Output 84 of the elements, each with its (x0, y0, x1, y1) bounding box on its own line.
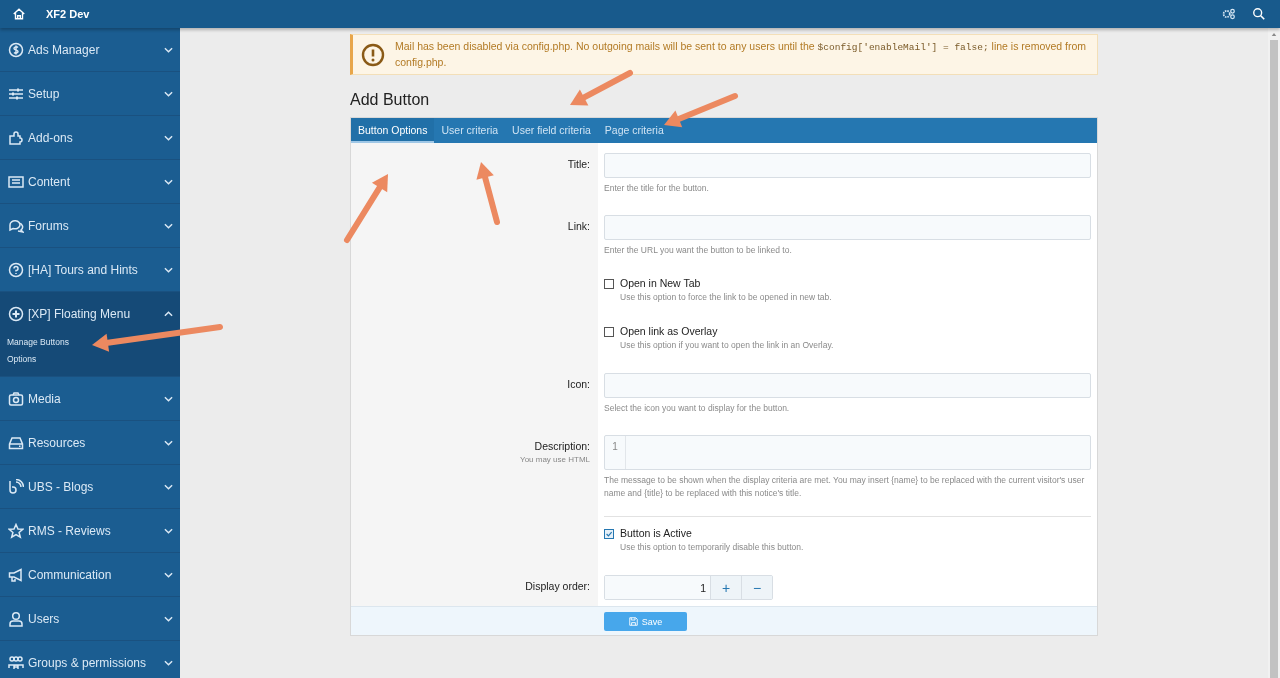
field-hint: Enter the URL you want the button to be linked to. (604, 244, 793, 257)
chevron-down-icon (164, 659, 173, 666)
users-icon (8, 654, 24, 671)
home-icon[interactable] (12, 7, 26, 21)
page-title: Add Button (350, 91, 431, 109)
checkbox-label[interactable]: Open in New Tab (620, 277, 701, 290)
field-hint: Enter the title for the button. (604, 182, 710, 195)
field-label: Title: (567, 158, 590, 170)
dollar-circle-icon (8, 41, 24, 58)
sidebar-item[interactable]: Setup (0, 72, 180, 115)
sidebar-subitem[interactable]: Manage Buttons (0, 333, 180, 352)
line-number: 1 (605, 436, 626, 469)
megaphone-icon (8, 566, 24, 583)
input-field[interactable] (604, 373, 1091, 398)
chevron-down-icon (164, 46, 173, 53)
camera-icon (8, 390, 24, 407)
signal-icon (8, 478, 24, 495)
chevron-down-icon (164, 527, 173, 534)
field-hint: Select the icon you want to display for the button. (604, 402, 791, 415)
sidebar-item[interactable]: Content (0, 160, 180, 203)
scrollbar-thumb[interactable] (1270, 40, 1278, 678)
checkbox-label[interactable]: Button is Active (620, 527, 692, 540)
tab[interactable]: User field criteria (505, 118, 598, 143)
chevron-down-icon (164, 222, 173, 229)
sidebar-item[interactable]: Users (0, 597, 180, 640)
field-sublabel: You may use HTML (520, 455, 590, 464)
plus-circle-icon (8, 305, 24, 322)
chevron-down-icon (164, 178, 173, 185)
sidebar-subitem[interactable]: Options (0, 350, 180, 369)
tab[interactable]: Button Options (351, 118, 435, 143)
field-label: Display order: (525, 580, 590, 592)
chevron-down-icon (164, 439, 173, 446)
notice-text: Mail has been disabled via config.php. No outgoing mails will be sent to any users until the $config['enableMail'] = false; line is removed from config.php. (395, 39, 1088, 70)
scrollbar[interactable] (1268, 28, 1280, 678)
field-label: Link: (567, 220, 590, 232)
annotation-arrow (344, 174, 388, 243)
question-circle-icon (8, 261, 24, 278)
sidebar-item[interactable]: RMS - Reviews (0, 509, 180, 552)
chat-bubbles-icon (8, 217, 24, 234)
sidebar-item[interactable]: [XP] Floating Menu (0, 292, 180, 335)
field-label: Description: (534, 440, 590, 452)
annotation-arrow (570, 70, 633, 106)
field-hint: Use this option to temporarily disable this button. (620, 541, 805, 554)
code-editor-field[interactable]: 1 (604, 435, 1091, 470)
gears-icon[interactable] (1222, 7, 1236, 21)
checkbox[interactable] (604, 278, 614, 289)
field-hint: Use this option if you want to open the link in an Overlay. (620, 339, 835, 352)
sidebar-item[interactable]: Communication (0, 553, 180, 596)
field-hint: Use this option to force the link to be opened in new tab. (620, 291, 833, 304)
chevron-down-icon (164, 90, 173, 97)
checkbox-label[interactable]: Open link as Overlay (620, 325, 718, 338)
chevron-down-icon (164, 615, 173, 622)
tab[interactable]: Page criteria (597, 118, 671, 143)
sidebar-item[interactable]: [HA] Tours and Hints (0, 248, 180, 291)
tab[interactable]: User criteria (434, 118, 506, 143)
annotation-arrow (476, 162, 500, 225)
chevron-up-icon (164, 310, 173, 317)
chevron-down-icon (164, 134, 173, 141)
sidebar-item[interactable]: Media (0, 377, 180, 420)
field-label: Icon: (567, 378, 590, 390)
sidebar-item[interactable]: Add-ons (0, 116, 180, 159)
sidebar-item[interactable]: Ads Manager (0, 28, 180, 71)
sidebar-item[interactable]: Groups & permissions (0, 641, 180, 678)
chevron-down-icon (164, 571, 173, 578)
star-icon (8, 522, 24, 539)
chevron-down-icon (164, 266, 173, 273)
drive-icon (8, 434, 24, 451)
user-icon (8, 610, 24, 627)
card-icon (8, 173, 24, 190)
scroll-up-icon[interactable] (1271, 32, 1277, 37)
checkbox[interactable] (604, 326, 614, 337)
sidebar-item[interactable]: Resources (0, 421, 180, 464)
chevron-down-icon (164, 483, 173, 490)
checkbox[interactable] (604, 528, 614, 539)
input-field[interactable] (604, 215, 1091, 240)
puzzle-icon (8, 129, 24, 146)
field-hint: The message to be shown when the display criteria are met. You may insert {name} to be replaced with the current visitor's user name and {title} to be replaced with this notice's title. (604, 474, 1086, 500)
chevron-down-icon (164, 395, 173, 402)
site-title[interactable]: XF2 Dev (46, 8, 90, 20)
exclamation-circle-icon (361, 42, 385, 67)
search-icon[interactable] (1252, 7, 1266, 21)
sidebar-item[interactable]: Forums (0, 204, 180, 247)
sidebar-item[interactable]: UBS - Blogs (0, 465, 180, 508)
input-field[interactable] (604, 153, 1091, 178)
